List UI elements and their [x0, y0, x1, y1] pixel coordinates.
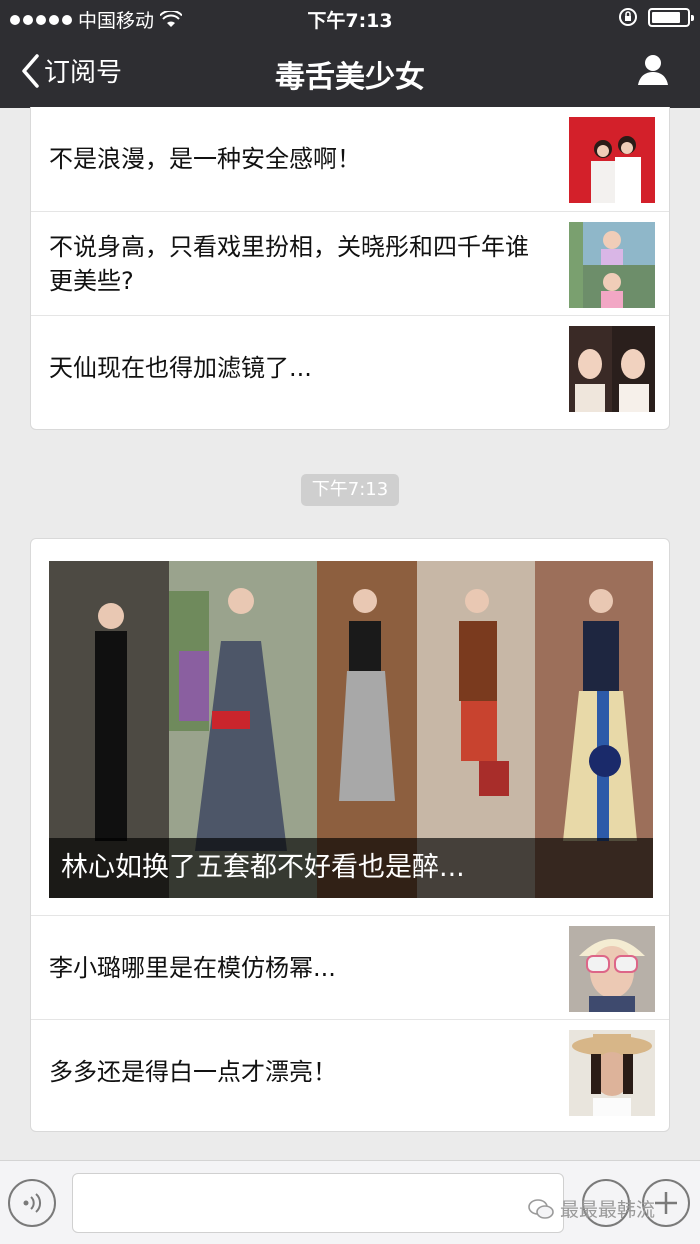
article-title: 多多还是得白一点才漂亮！	[49, 1058, 337, 1086]
plus-icon	[655, 1192, 677, 1214]
status-time: 下午7:13	[307, 10, 393, 32]
article-card-group-1: 不是浪漫，是一种安全感啊！ 不说身高，只看戏里扮相，关晓彤和四千年谁更美些? 天…	[30, 107, 670, 430]
person-icon	[638, 55, 668, 85]
sunglasses-portrait-thumbnail	[569, 926, 655, 1012]
nav-bar: 订阅号 毒舌美少女	[0, 36, 700, 108]
article-row[interactable]: 多多还是得白一点才漂亮！	[31, 1019, 669, 1123]
voice-icon	[23, 1193, 42, 1213]
article-row[interactable]: 不说身高，只看戏里扮相，关晓彤和四千年谁更美些?	[31, 211, 669, 315]
wechat-logo-icon	[528, 1198, 554, 1219]
message-input[interactable]	[72, 1173, 564, 1233]
status-bar: 中国移动 下午7:13	[0, 0, 700, 36]
article-row[interactable]: 李小璐哪里是在模仿杨幂...	[31, 915, 669, 1019]
profile-button[interactable]	[636, 52, 670, 90]
girl-hat-portrait-thumbnail	[569, 1030, 655, 1116]
article-title: 不是浪漫，是一种安全感啊！	[49, 145, 361, 173]
article-row[interactable]: 天仙现在也得加滤镜了...	[31, 315, 669, 419]
featured-caption: 林心如换了五套都不好看也是醉...	[49, 838, 653, 898]
drama-costume-thumbnail	[569, 222, 655, 308]
article-title: 天仙现在也得加滤镜了...	[49, 354, 312, 382]
input-toolbar: 最最最韩流	[0, 1160, 700, 1244]
watermark: 最最最韩流	[528, 1195, 655, 1222]
featured-article[interactable]: 林心如换了五套都不好看也是醉...	[49, 561, 653, 898]
article-row[interactable]: 不是浪漫，是一种安全感啊！	[31, 107, 669, 211]
chat-timestamp: 下午7:13	[301, 474, 399, 506]
article-title: 李小璐哪里是在模仿杨幂...	[49, 954, 336, 982]
wedding-photo-thumbnail	[569, 117, 655, 203]
page-title: 毒舌美少女	[275, 60, 425, 95]
article-title: 不说身高，只看戏里扮相，关晓彤和四千年谁更美些?	[49, 233, 529, 295]
rotation-lock-icon	[619, 8, 637, 26]
voice-input-button[interactable]	[8, 1179, 56, 1227]
battery-icon	[648, 7, 694, 27]
watermark-text: 最最最韩流	[560, 1199, 656, 1221]
actress-portrait-thumbnail	[569, 326, 655, 412]
article-card-group-2: 林心如换了五套都不好看也是醉... 李小璐哪里是在模仿杨幂... 多多还是得白一…	[30, 538, 670, 1132]
